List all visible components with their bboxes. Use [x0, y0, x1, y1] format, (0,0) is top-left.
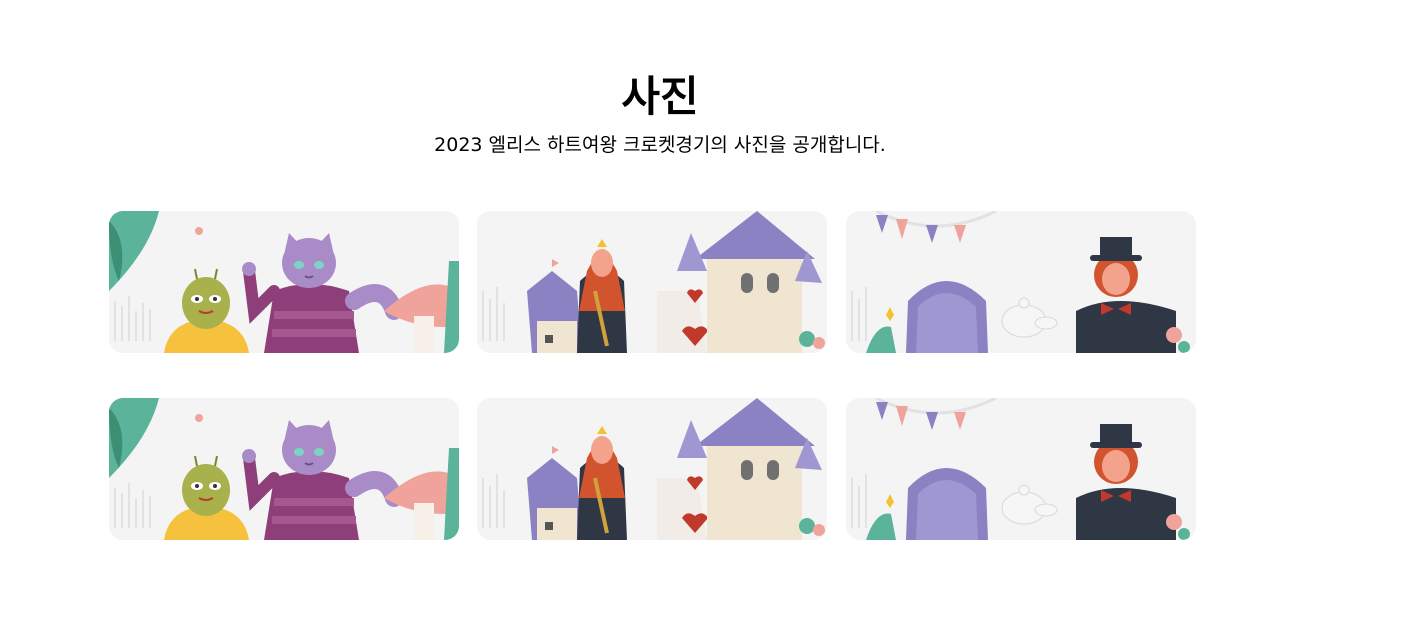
page-subtitle: 2023 엘리스 하트여왕 크로켓경기의 사진을 공개합니다.: [434, 134, 886, 156]
photo-card-caterpillar-cheshire-cat[interactable]: [109, 211, 459, 353]
page-title: 사진: [621, 72, 699, 121]
photo-card-caterpillar-cheshire-cat[interactable]: [109, 398, 459, 540]
caterpillar-cheshire-cat-illustration: [109, 211, 459, 353]
caterpillar-cheshire-cat-illustration: [109, 398, 459, 540]
photo-card-queen-of-hearts-castle[interactable]: [477, 398, 827, 540]
queen-of-hearts-castle-illustration: [477, 398, 827, 540]
mad-hatter-tea-party-illustration: [846, 398, 1196, 540]
photo-card-mad-hatter-tea-party[interactable]: [846, 211, 1196, 353]
photo-card-mad-hatter-tea-party[interactable]: [846, 398, 1196, 540]
photo-card-queen-of-hearts-castle[interactable]: [477, 211, 827, 353]
mad-hatter-tea-party-illustration: [846, 211, 1196, 353]
queen-of-hearts-castle-illustration: [477, 211, 827, 353]
